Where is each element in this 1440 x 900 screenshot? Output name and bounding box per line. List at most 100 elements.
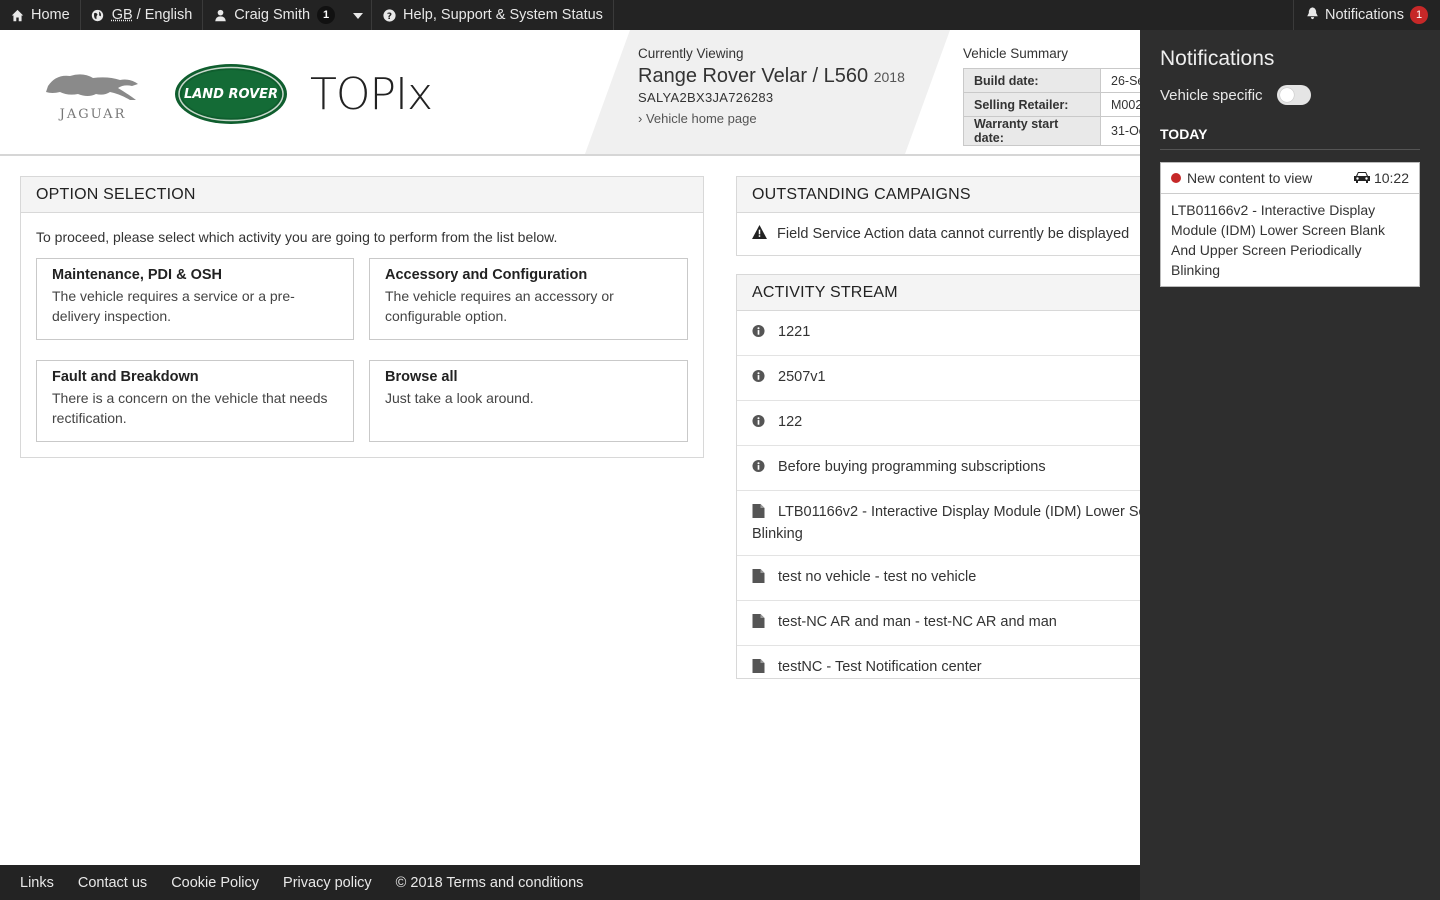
footer-link-privacy-policy[interactable]: Privacy policy bbox=[283, 875, 372, 891]
activity-item-text: test no vehicle - test no vehicle bbox=[778, 569, 977, 585]
activity-item[interactable]: 1221 bbox=[737, 311, 1155, 356]
vehicle-home-link[interactable]: › Vehicle home page bbox=[638, 111, 905, 126]
option-title: Fault and Breakdown bbox=[52, 369, 199, 385]
bell-icon bbox=[1306, 6, 1319, 24]
toggle-knob bbox=[1279, 88, 1294, 102]
topix-logo: TOPIx bbox=[310, 69, 433, 119]
footer-link-terms[interactable]: © 2018 Terms and conditions bbox=[396, 875, 584, 891]
document-icon bbox=[752, 614, 766, 634]
svg-text:?: ? bbox=[386, 11, 391, 21]
nav-home[interactable]: Home bbox=[0, 0, 81, 30]
option-fault[interactable]: Fault and Breakdown There is a concern o… bbox=[36, 360, 354, 442]
nav-help[interactable]: ? Help, Support & System Status bbox=[372, 0, 614, 30]
topix-wordmark: TOPIx bbox=[310, 69, 432, 119]
nav-notifications[interactable]: Notifications 1 bbox=[1293, 0, 1440, 30]
activity-item[interactable]: 122 bbox=[737, 401, 1155, 446]
option-selection-panel: OPTION SELECTION To proceed, please sele… bbox=[20, 176, 704, 458]
summary-key: Build date: bbox=[963, 68, 1101, 93]
document-icon bbox=[752, 569, 766, 589]
jaguar-logo: JAGUAR bbox=[46, 74, 138, 122]
nav-user-name: Craig Smith bbox=[234, 7, 311, 23]
locale-language: / English bbox=[132, 7, 193, 23]
locale-country: GB bbox=[111, 7, 133, 23]
outstanding-campaigns-title: OUTSTANDING CAMPAIGNS bbox=[737, 177, 1155, 213]
nav-home-label: Home bbox=[31, 7, 70, 23]
summary-row: Warranty start date: 31-Oc bbox=[963, 116, 1161, 146]
option-browse-all[interactable]: Browse all Just take a look around. bbox=[369, 360, 688, 442]
notification-card[interactable]: New content to view 10:22 LTB01166v2 - I… bbox=[1160, 162, 1420, 287]
campaigns-message: Field Service Action data cannot current… bbox=[777, 226, 1130, 242]
warning-icon bbox=[752, 225, 767, 243]
option-desc: The vehicle requires an accessory or con… bbox=[385, 288, 614, 324]
activity-item[interactable]: test no vehicle - test no vehicle bbox=[737, 556, 1155, 601]
outstanding-campaigns-panel: OUTSTANDING CAMPAIGNS Field Service Acti… bbox=[736, 176, 1156, 256]
option-title: Maintenance, PDI & OSH bbox=[52, 267, 223, 283]
activity-stream-panel: ACTIVITY STREAM 1221 2507v1 122 Before buyi… bbox=[736, 274, 1156, 679]
vehicle-specific-label: Vehicle specific bbox=[1160, 86, 1263, 104]
footer-link-links[interactable]: Links bbox=[20, 875, 54, 891]
question-circle-icon: ? bbox=[382, 8, 396, 22]
activity-item-text: Before buying programming subscriptions bbox=[778, 459, 1046, 475]
notification-status: New content to view bbox=[1187, 170, 1313, 186]
today-heading: TODAY bbox=[1160, 126, 1208, 142]
footer: Links Contact us Cookie Policy Privacy p… bbox=[0, 865, 1140, 900]
activity-item[interactable]: 2507v1 bbox=[737, 356, 1155, 401]
document-icon bbox=[752, 504, 766, 524]
summary-key: Warranty start date: bbox=[963, 116, 1101, 146]
notification-time: 10:22 bbox=[1373, 170, 1409, 186]
footer-link-contact[interactable]: Contact us bbox=[78, 875, 147, 891]
land-rover-wordmark: LAND ROVER bbox=[184, 87, 278, 102]
option-title: Browse all bbox=[385, 369, 458, 385]
activity-stream-title: ACTIVITY STREAM bbox=[737, 275, 1155, 311]
footer-link-cookie-policy[interactable]: Cookie Policy bbox=[171, 875, 259, 891]
activity-item-text: LTB01166v2 - Interactive Display Module … bbox=[752, 504, 1155, 542]
activity-item[interactable]: testNC - Test Notification center bbox=[737, 646, 1155, 678]
nav-user[interactable]: Craig Smith 1 bbox=[203, 0, 345, 30]
activity-item[interactable]: test-NC AR and man - test-NC AR and man bbox=[737, 601, 1155, 646]
activity-item-text: 2507v1 bbox=[778, 369, 826, 385]
option-desc: The vehicle requires a service or a pre-… bbox=[52, 288, 295, 324]
option-selection-intro: To proceed, please select which activity… bbox=[36, 229, 558, 245]
unread-dot-icon bbox=[1171, 173, 1181, 183]
jaguar-wordmark: JAGUAR bbox=[58, 107, 127, 122]
vehicle-summary: Vehicle Summary Build date: 26-Se Selling… bbox=[963, 46, 1161, 146]
vehicle-model: Range Rover Velar / L560 bbox=[638, 65, 869, 87]
user-badge: 1 bbox=[317, 6, 336, 24]
top-nav: Home GB / English Craig Smith 1 ? Help, … bbox=[0, 0, 1440, 30]
notifications-badge: 1 bbox=[1410, 6, 1428, 24]
activity-item-text: test-NC AR and man - test-NC AR and man bbox=[778, 614, 1057, 630]
option-accessory[interactable]: Accessory and Configuration The vehicle … bbox=[369, 258, 688, 340]
currently-viewing: Currently Viewing Range Rover Velar / L5… bbox=[638, 46, 905, 126]
option-selection-title: OPTION SELECTION bbox=[21, 177, 703, 213]
summary-key: Selling Retailer: bbox=[963, 92, 1101, 117]
vehicle-summary-table: Build date: 26-Se Selling Retailer: M002 W… bbox=[963, 68, 1161, 146]
land-rover-logo: LAND ROVER bbox=[175, 64, 287, 124]
option-desc: There is a concern on the vehicle that n… bbox=[52, 390, 328, 426]
divider bbox=[1160, 149, 1420, 150]
vehicle-specific-toggle[interactable] bbox=[1276, 85, 1311, 105]
user-menu-toggle[interactable] bbox=[345, 0, 373, 30]
activity-item-text: 122 bbox=[778, 414, 803, 430]
activity-item-text: testNC - Test Notification center bbox=[778, 659, 982, 675]
notifications-drawer: Notifications Vehicle specific TODAY New… bbox=[1140, 30, 1440, 900]
option-maintenance[interactable]: Maintenance, PDI & OSH The vehicle requi… bbox=[36, 258, 354, 340]
user-icon bbox=[213, 8, 227, 22]
vehicle-home-link-label: Vehicle home page bbox=[645, 111, 757, 126]
notification-body: LTB01166v2 - Interactive Display Module … bbox=[1171, 202, 1385, 278]
info-icon bbox=[752, 459, 766, 479]
summary-row: Selling Retailer: M002 bbox=[963, 92, 1161, 117]
info-icon bbox=[752, 414, 766, 434]
nav-locale[interactable]: GB / English bbox=[81, 0, 204, 30]
nav-notifications-label: Notifications bbox=[1325, 7, 1404, 23]
activity-item[interactable]: LTB01166v2 - Interactive Display Module … bbox=[737, 491, 1155, 556]
vehicle-vin: SALYA2BX3JA726283 bbox=[638, 90, 774, 105]
brand-logos: JAGUAR LAND ROVER TOPIx bbox=[38, 62, 492, 126]
info-icon bbox=[752, 324, 766, 344]
document-icon bbox=[752, 659, 766, 678]
activity-item[interactable]: Before buying programming subscriptions bbox=[737, 446, 1155, 491]
summary-row: Build date: 26-Se bbox=[963, 68, 1161, 93]
currently-viewing-label: Currently Viewing bbox=[638, 46, 744, 61]
car-icon bbox=[1353, 170, 1374, 186]
activity-list: 1221 2507v1 122 Before buying programming s… bbox=[737, 311, 1155, 678]
info-icon bbox=[752, 369, 766, 389]
